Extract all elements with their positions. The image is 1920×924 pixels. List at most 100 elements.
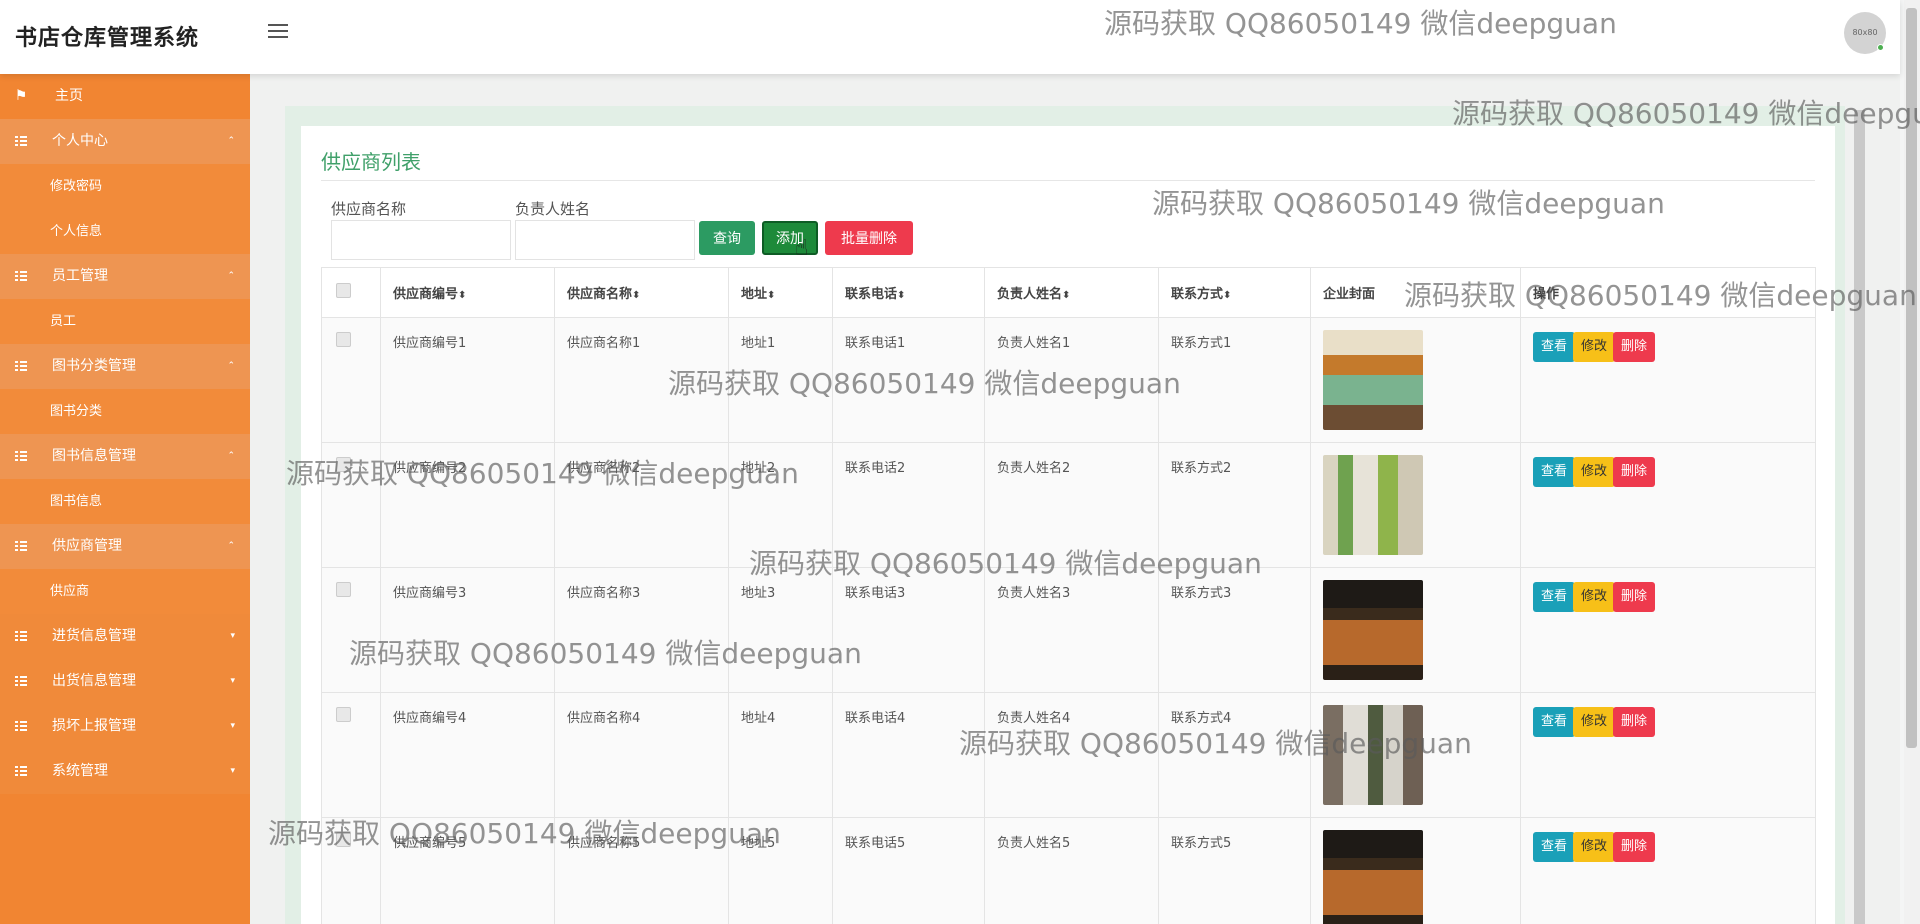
sidebar-item-label: 系统管理 xyxy=(52,763,108,779)
sidebar-item-label: 图书分类管理 xyxy=(52,358,136,374)
supplier-name-input[interactable] xyxy=(331,220,511,260)
row-select-cell xyxy=(321,817,381,924)
sidebar-group-staff[interactable]: 员工管理 ⌃ xyxy=(0,254,250,299)
sidebar-group-shipment[interactable]: 出货信息管理 ▾ xyxy=(0,659,250,704)
table-row: 供应商编号2 供应商名称2 地址2 联系电话2 负责人姓名2 联系方式2 查看 修改 删除 xyxy=(321,442,1816,568)
column-header[interactable]: 供应商编号⬍ xyxy=(380,267,555,318)
view-button[interactable]: 查看 xyxy=(1533,582,1576,612)
chevron-up-icon: ⌃ xyxy=(227,136,235,146)
sidebar-item-label: 个人中心 xyxy=(52,133,108,149)
flag-icon: ⚑ xyxy=(14,88,28,104)
supplier-code-cell: 供应商编号2 xyxy=(380,442,555,568)
sidebar-group-purchase[interactable]: 进货信息管理 ▾ xyxy=(0,614,250,659)
content-scrollbar[interactable] xyxy=(1854,110,1865,924)
contact-name-cell: 负责人姓名3 xyxy=(984,567,1159,693)
delete-button[interactable]: 删除 xyxy=(1613,582,1656,612)
store-cover-4 xyxy=(1323,705,1423,805)
batch-delete-button[interactable]: 批量删除 xyxy=(825,221,913,255)
row-checkbox[interactable] xyxy=(336,332,351,347)
column-header[interactable]: 地址⬍ xyxy=(728,267,833,318)
contact-name-cell: 负责人姓名4 xyxy=(984,692,1159,818)
cover-cell xyxy=(1310,567,1521,693)
sidebar-item-home[interactable]: ⚑ 主页 xyxy=(0,74,250,119)
view-button[interactable]: 查看 xyxy=(1533,707,1576,737)
avatar[interactable]: 80x80 xyxy=(1844,12,1886,54)
avatar-text: 80x80 xyxy=(1852,28,1878,37)
view-button[interactable]: 查看 xyxy=(1533,832,1576,862)
row-checkbox[interactable] xyxy=(336,832,351,847)
sidebar-item-book-info[interactable]: 图书信息 xyxy=(0,479,250,524)
contact-name-input[interactable] xyxy=(515,220,695,260)
list-icon xyxy=(14,254,28,299)
select-all-checkbox[interactable] xyxy=(336,283,351,298)
sidebar-group-book-info[interactable]: 图书信息管理 ⌃ xyxy=(0,434,250,479)
supplier-name-cell: 供应商名称3 xyxy=(554,567,729,693)
edit-button[interactable]: 修改 xyxy=(1573,832,1616,862)
store-cover-5 xyxy=(1323,830,1423,924)
contact-method-cell: 联系方式1 xyxy=(1158,317,1311,443)
online-status-dot xyxy=(1877,44,1884,51)
actions-cell: 查看 修改 删除 xyxy=(1520,817,1816,924)
sort-icon: ⬍ xyxy=(458,290,467,301)
contact-name-label: 负责人姓名 xyxy=(515,200,591,218)
column-header: 操作 xyxy=(1520,267,1816,318)
edit-button[interactable]: 修改 xyxy=(1573,457,1616,487)
table-row: 供应商编号4 供应商名称4 地址4 联系电话4 负责人姓名4 联系方式4 查看 修改 删除 xyxy=(321,692,1816,818)
delete-button[interactable]: 删除 xyxy=(1613,707,1656,737)
delete-button[interactable]: 删除 xyxy=(1613,457,1656,487)
sidebar-group-personal-center[interactable]: 个人中心 ⌃ xyxy=(0,119,250,164)
column-header: 企业封面 xyxy=(1310,267,1521,318)
sidebar-item-label: 员工管理 xyxy=(52,268,108,284)
sidebar-item-personal-info[interactable]: 个人信息 xyxy=(0,209,250,254)
row-select-cell xyxy=(321,567,381,693)
app-title: 书店仓库管理系统 xyxy=(15,26,200,51)
column-header[interactable]: 供应商名称⬍ xyxy=(554,267,729,318)
actions-cell: 查看 修改 删除 xyxy=(1520,317,1816,443)
row-checkbox[interactable] xyxy=(336,582,351,597)
add-button[interactable]: 添加 xyxy=(762,221,818,255)
page-title: 供应商列表 xyxy=(321,150,421,174)
sidebar-group-book-category[interactable]: 图书分类管理 ⌃ xyxy=(0,344,250,389)
sidebar-item-change-password[interactable]: 修改密码 xyxy=(0,164,250,209)
sidebar-item-staff[interactable]: 员工 xyxy=(0,299,250,344)
edit-button[interactable]: 修改 xyxy=(1573,332,1616,362)
sidebar-group-damage-report[interactable]: 损坏上报管理 ▾ xyxy=(0,704,250,749)
query-button[interactable]: 查询 xyxy=(699,221,755,255)
store-cover-1 xyxy=(1323,330,1423,430)
phone-cell: 联系电话2 xyxy=(832,442,985,568)
supplier-name-cell: 供应商名称1 xyxy=(554,317,729,443)
sidebar-item-label: 出货信息管理 xyxy=(52,673,136,689)
menu-toggle-icon[interactable] xyxy=(268,24,288,42)
table-row: 供应商编号1 供应商名称1 地址1 联系电话1 负责人姓名1 联系方式1 查看 修改 删除 xyxy=(321,317,1816,443)
address-cell: 地址1 xyxy=(728,317,833,443)
sidebar-group-supplier[interactable]: 供应商管理 ⌃ xyxy=(0,524,250,569)
sidebar-item-label: 主页 xyxy=(55,88,83,104)
edit-button[interactable]: 修改 xyxy=(1573,582,1616,612)
list-icon xyxy=(14,524,28,569)
column-header[interactable]: 联系方式⬍ xyxy=(1158,267,1311,318)
view-button[interactable]: 查看 xyxy=(1533,332,1576,362)
sidebar-item-supplier[interactable]: 供应商 xyxy=(0,569,250,614)
sidebar-group-system[interactable]: 系统管理 ▾ xyxy=(0,749,250,794)
column-header[interactable]: 负责人姓名⬍ xyxy=(984,267,1159,318)
supplier-name-cell: 供应商名称4 xyxy=(554,692,729,818)
chevron-down-icon: ▾ xyxy=(230,721,235,731)
row-checkbox[interactable] xyxy=(336,707,351,722)
row-checkbox[interactable] xyxy=(336,457,351,472)
chevron-up-icon: ⌃ xyxy=(227,541,235,551)
delete-button[interactable]: 删除 xyxy=(1613,832,1656,862)
cover-cell xyxy=(1310,692,1521,818)
delete-button[interactable]: 删除 xyxy=(1613,332,1656,362)
edit-button[interactable]: 修改 xyxy=(1573,707,1616,737)
sidebar-item-book-category[interactable]: 图书分类 xyxy=(0,389,250,434)
view-button[interactable]: 查看 xyxy=(1533,457,1576,487)
list-icon xyxy=(14,659,28,704)
supplier-name-label: 供应商名称 xyxy=(331,200,407,218)
page-scrollbar-thumb[interactable] xyxy=(1906,8,1917,748)
sidebar-item-label: 进货信息管理 xyxy=(52,628,136,644)
store-cover-3 xyxy=(1323,580,1423,680)
address-cell: 地址2 xyxy=(728,442,833,568)
column-header[interactable]: 联系电话⬍ xyxy=(832,267,985,318)
sidebar-item-label: 供应商管理 xyxy=(52,538,122,554)
sidebar-item-label: 图书信息 xyxy=(50,494,103,509)
